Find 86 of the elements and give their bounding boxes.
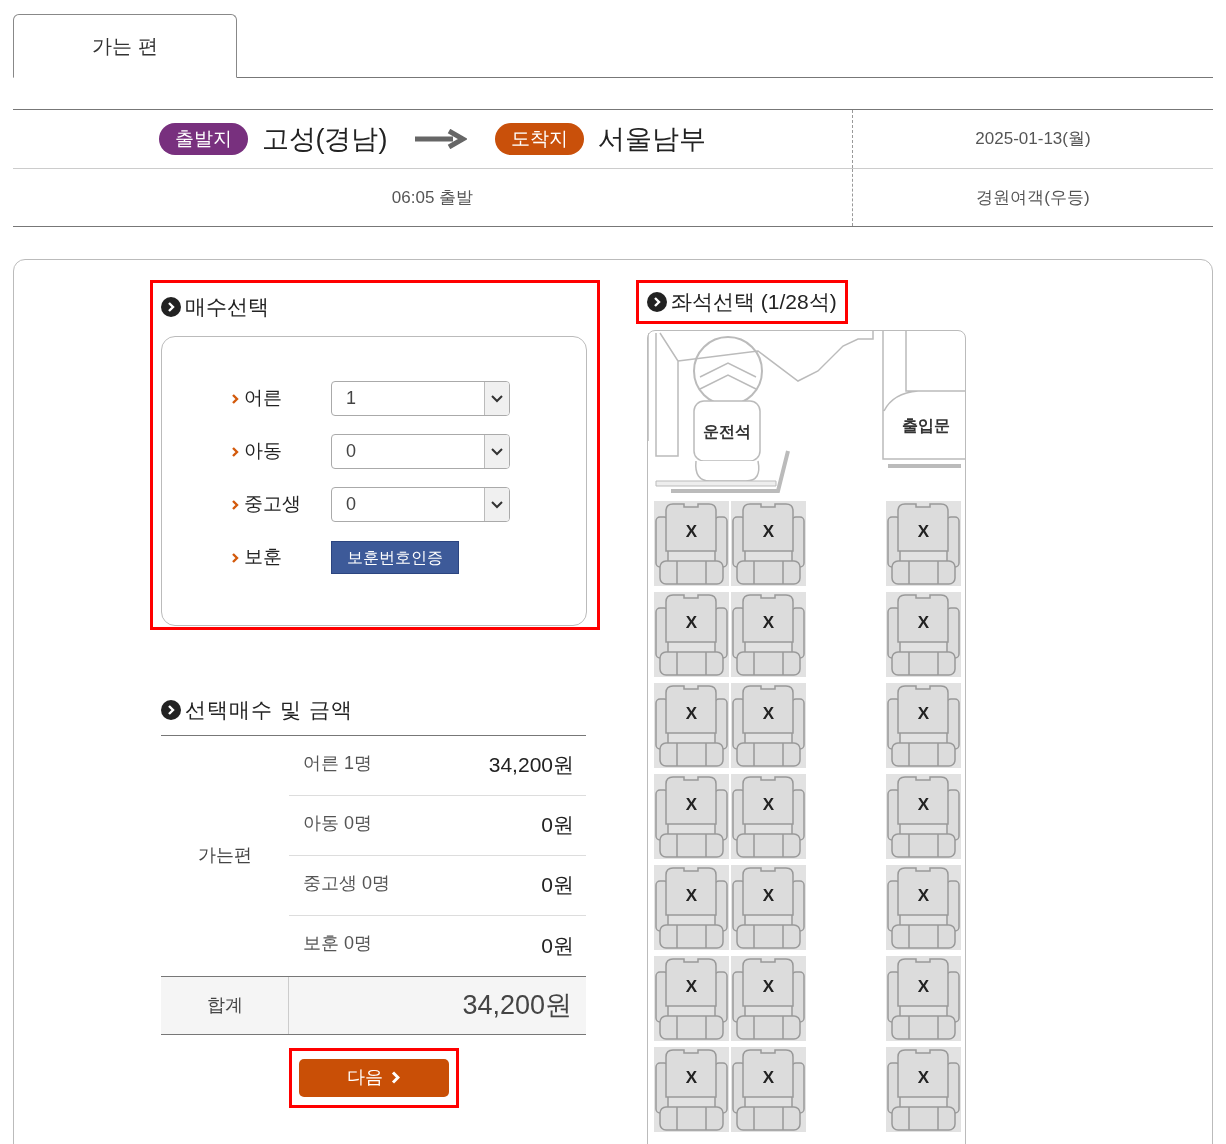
tab[interactable]: 가는 편 (13, 14, 237, 78)
seat-label: X (684, 794, 699, 816)
destination-city: 서울남부 (598, 122, 707, 156)
seat-icon[interactable] (886, 501, 961, 586)
seat-label: X (684, 612, 699, 634)
passenger-type: 보훈 (244, 545, 283, 570)
section-title: 선택매수 및 금액 (185, 697, 353, 723)
seat-icon[interactable] (886, 956, 961, 1041)
seat-label: X (916, 976, 931, 998)
seat-icon[interactable] (731, 774, 806, 859)
departure-time: 06:05 출발 (391, 186, 474, 209)
seat-label: X (761, 703, 776, 725)
seat-label: X (761, 612, 776, 634)
origin-city: 고성(경남) (261, 122, 388, 156)
seat-icon[interactable] (886, 592, 961, 677)
seat-label: X (684, 885, 699, 907)
seat-icon[interactable] (731, 956, 806, 1041)
fare-label: 아동 0명 (303, 811, 372, 835)
chevron-icon (391, 1071, 400, 1084)
seat-icon[interactable] (731, 1047, 806, 1132)
seat-icon[interactable] (886, 683, 961, 768)
fare-amount: 0원 (541, 932, 574, 959)
bus-company: 경원여객(우등) (976, 186, 1090, 209)
chevron-icon (232, 446, 239, 457)
seat-icon[interactable] (886, 1047, 961, 1132)
destination-badge: 도착지 (495, 123, 585, 155)
chevron-icon (232, 393, 239, 404)
seat-label: X (916, 612, 931, 634)
seat-label: X (684, 703, 699, 725)
dropdown-caret-icon (491, 447, 503, 456)
passenger-type: 중고생 (244, 492, 302, 517)
seat-icon[interactable] (886, 865, 961, 950)
seat-icon[interactable] (731, 865, 806, 950)
fare-label: 중고생 0명 (303, 871, 390, 895)
driver-area-drawing: 운전석 출입문 (648, 331, 965, 501)
fare-label: 보훈 0명 (303, 932, 372, 955)
verify-button[interactable]: 보훈번호인증 (331, 541, 459, 574)
seat-icon[interactable] (731, 592, 806, 677)
chevron-circle-icon (161, 699, 181, 720)
fare-amount: 0원 (541, 812, 574, 839)
seat-label: X (916, 703, 931, 725)
fare-amount: 34,200원 (488, 752, 574, 779)
seat-icon[interactable] (654, 592, 729, 677)
seat-label: X (761, 885, 776, 907)
seat-icon[interactable] (731, 683, 806, 768)
quantity-select[interactable]: 0 (331, 487, 510, 522)
chevron-icon (232, 499, 239, 510)
dropdown-caret-icon (491, 500, 503, 509)
arrow-icon (415, 129, 468, 149)
seat-icon[interactable] (654, 956, 729, 1041)
origin-badge: 출발지 (158, 123, 248, 155)
seat-label: X (684, 1067, 699, 1089)
seat-label: X (916, 794, 931, 816)
seat-label: X (761, 794, 776, 816)
chevron-icon (232, 552, 239, 563)
fare-label: 어른 1명 (303, 751, 372, 775)
section-title: 매수선택 (185, 294, 269, 320)
quantity-select[interactable]: 1 (331, 381, 510, 416)
total-amount: 34,200원 (462, 988, 572, 1022)
seat-icon[interactable] (654, 774, 729, 859)
passenger-type: 아동 (244, 439, 283, 464)
seat-icon[interactable] (886, 774, 961, 859)
travel-date: 2025-01-13(월) (975, 128, 1091, 151)
seat-label: X (916, 1067, 931, 1089)
seat-label: X (684, 976, 699, 998)
seat-label: X (916, 885, 931, 907)
fare-amount: 0원 (541, 872, 574, 899)
group-label: 가는편 (198, 844, 252, 867)
total-label: 합계 (206, 993, 243, 1017)
seat-label: X (761, 976, 776, 998)
seat-label: X (684, 521, 699, 543)
seat-label: X (761, 1067, 776, 1089)
dropdown-caret-icon (491, 394, 503, 403)
next-button[interactable]: 다음 (298, 1058, 449, 1097)
passenger-type: 어른 (244, 386, 283, 411)
chevron-circle-icon (647, 292, 667, 312)
seat-icon[interactable] (654, 501, 729, 586)
chevron-circle-icon (161, 296, 181, 317)
seat-icon[interactable] (654, 683, 729, 768)
seat-icon[interactable] (654, 1047, 729, 1132)
seat-icon[interactable] (731, 501, 806, 586)
seat-label: X (761, 521, 776, 543)
seat-label: X (916, 521, 931, 543)
quantity-select[interactable]: 0 (331, 434, 510, 469)
section-title: 좌석선택 (1/28석) (671, 289, 837, 316)
seat-icon[interactable] (654, 865, 729, 950)
